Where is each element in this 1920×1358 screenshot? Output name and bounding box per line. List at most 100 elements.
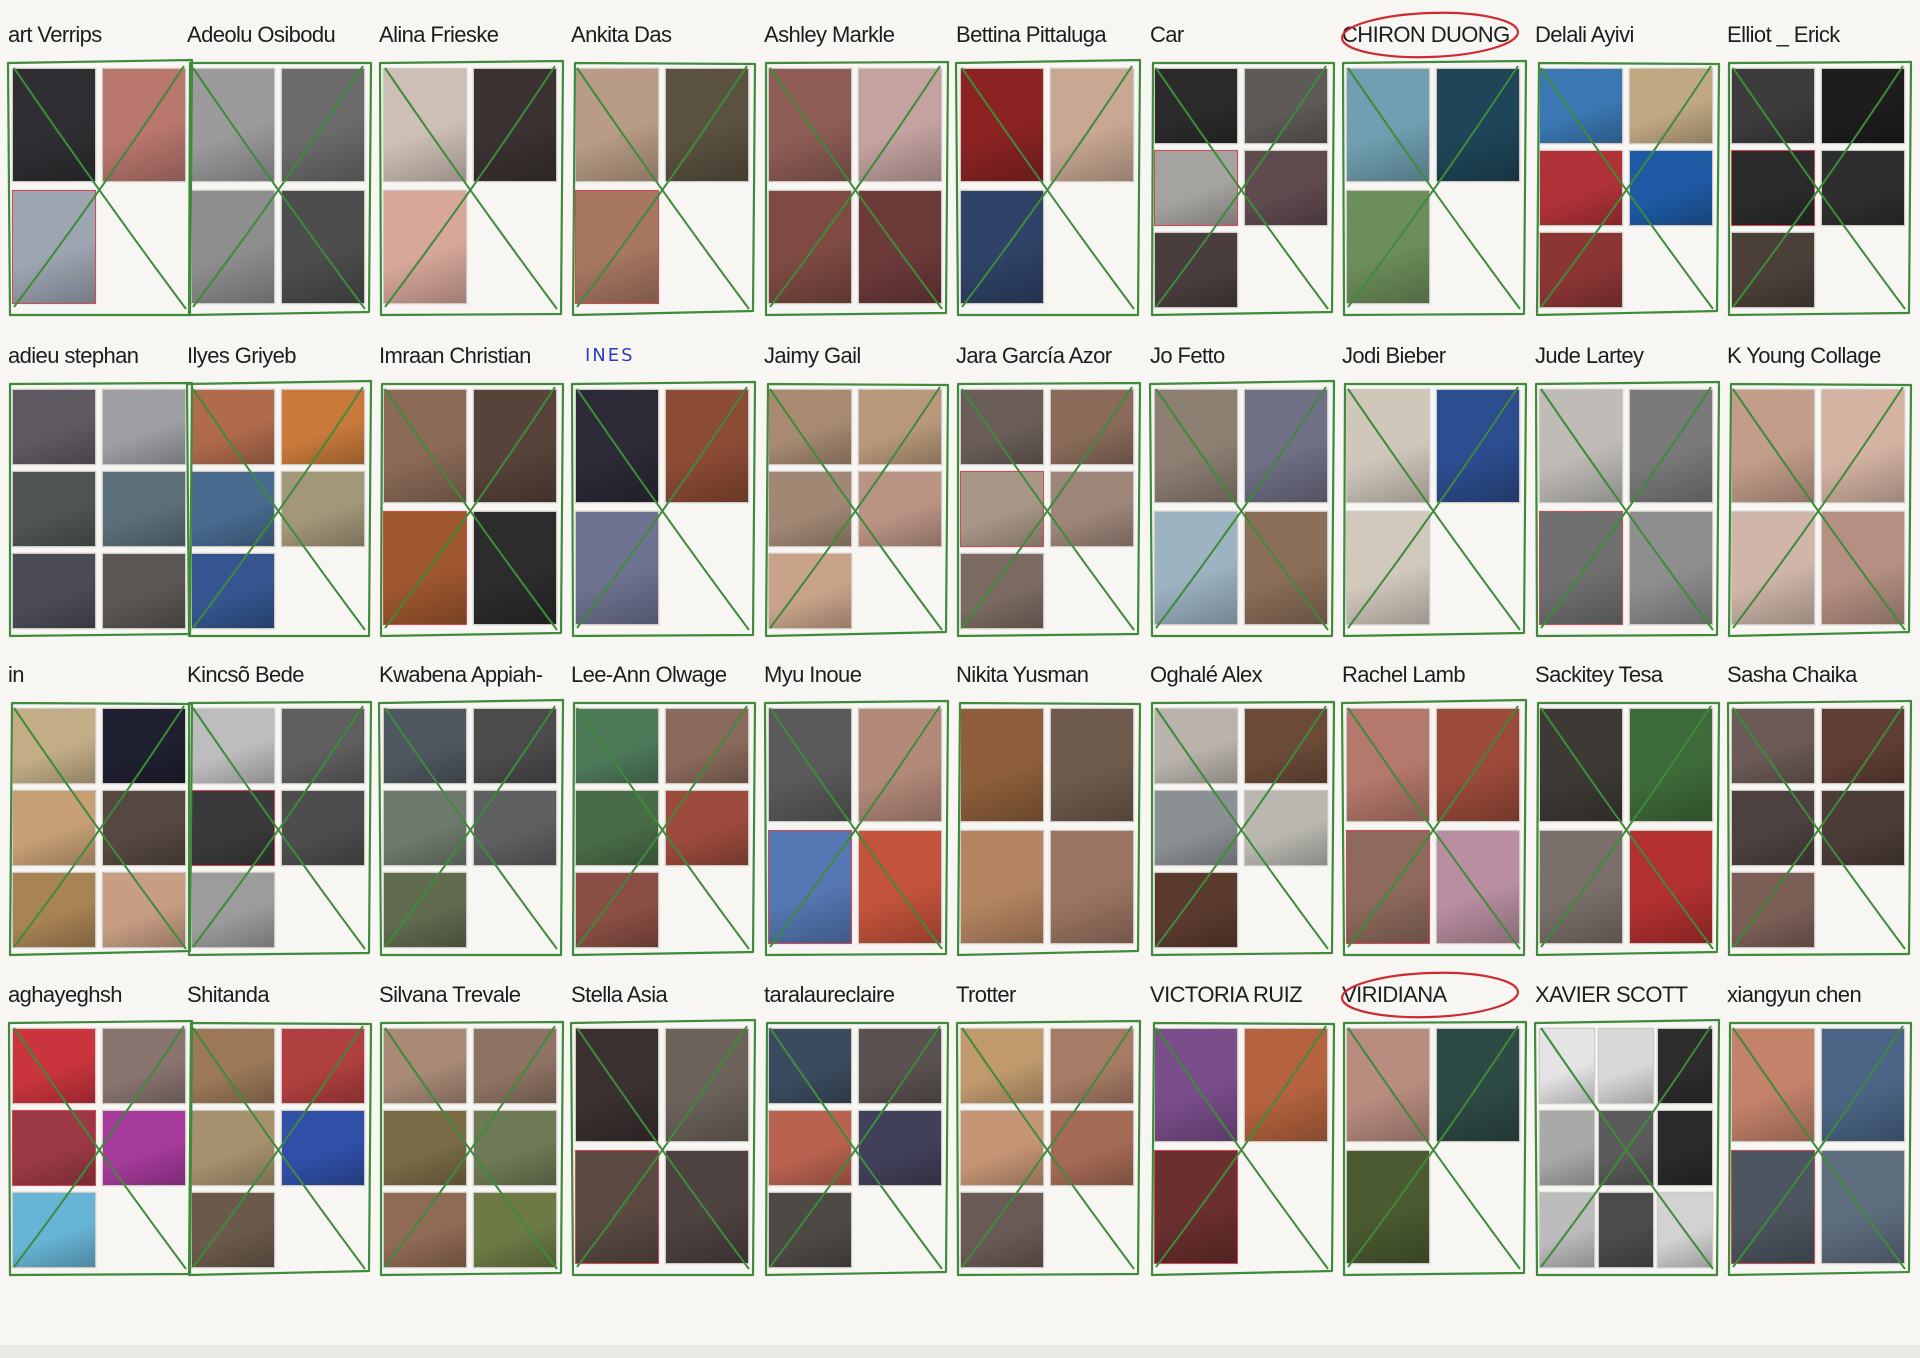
artist-cell: XAVIER SCOTT — [1531, 970, 1722, 1290]
photo-thumbnail — [1436, 68, 1520, 182]
photo-thumbnail — [1731, 708, 1815, 784]
photo-thumbnail — [1346, 1150, 1430, 1264]
photo-thumbnail — [383, 790, 467, 866]
photo-thumbnail — [1154, 708, 1238, 784]
photo-thumbnail — [960, 553, 1044, 629]
artist-name: Imraan Christian — [379, 343, 531, 368]
photo-thumbnail — [575, 68, 659, 182]
artist-cell: Myu Inoue — [760, 650, 951, 970]
photo-thumbnail — [1731, 389, 1815, 503]
photo-thumbnail — [1539, 830, 1623, 944]
photo-thumbnail — [12, 1110, 96, 1186]
photo-thumbnail — [102, 1110, 186, 1186]
artist-name: Rachel Lamb — [1342, 662, 1466, 687]
photo-thumbnail — [1731, 872, 1815, 948]
photo-thumbnail — [1731, 790, 1815, 866]
photo-thumbnail — [1154, 150, 1238, 226]
artist-cell: VIRIDIANA — [1338, 970, 1529, 1290]
photo-thumbnail — [191, 1192, 275, 1268]
thumbnail-grid — [1731, 389, 1906, 629]
thumbnail-grid — [383, 389, 558, 629]
artist-cell: Sackitey Tesa — [1531, 650, 1722, 970]
artist-cell: Sasha Chaika — [1723, 650, 1914, 970]
photo-thumbnail — [473, 790, 557, 866]
artist-name: Sasha Chaika — [1727, 662, 1857, 687]
artist-cell: Kincsõ Bede — [183, 650, 374, 970]
photo-thumbnail — [102, 790, 186, 866]
photo-thumbnail — [960, 708, 1044, 822]
photo-thumbnail — [575, 389, 659, 503]
photo-thumbnail — [281, 1028, 365, 1104]
photo-thumbnail — [1821, 150, 1905, 226]
photo-thumbnail — [473, 708, 557, 784]
artist-name: Car — [1150, 22, 1184, 47]
photo-thumbnail — [665, 68, 749, 182]
photo-thumbnail — [1731, 511, 1815, 625]
artist-name: Myu Inoue — [764, 662, 862, 687]
photo-thumbnail — [1539, 68, 1623, 144]
photo-thumbnail — [191, 190, 275, 304]
artist-cell: Jara García Azor — [952, 331, 1143, 651]
thumbnail-grid — [1346, 708, 1521, 948]
photo-thumbnail — [1539, 1028, 1595, 1104]
photo-thumbnail — [1244, 150, 1328, 226]
thumbnail-grid — [1731, 68, 1906, 308]
contact-sheet: art Verrips Adeolu Osibodu Alina Frieske An… — [0, 0, 1920, 1358]
photo-thumbnail — [1154, 232, 1238, 308]
artist-cell: Kwabena Appiah- — [375, 650, 566, 970]
photo-thumbnail — [281, 471, 365, 547]
photo-thumbnail — [12, 68, 96, 182]
photo-thumbnail — [1154, 68, 1238, 144]
photo-thumbnail — [575, 1028, 659, 1142]
artist-name: Kwabena Appiah- — [379, 662, 543, 687]
photo-thumbnail — [12, 790, 96, 866]
thumbnail-grid — [12, 68, 187, 308]
photo-thumbnail — [1346, 511, 1430, 625]
artist-name: Ankita Das — [571, 22, 672, 47]
artist-cell: Shitanda — [183, 970, 374, 1290]
photo-thumbnail — [1244, 68, 1328, 144]
photo-thumbnail — [473, 1028, 557, 1104]
artist-name: Jodi Bieber — [1342, 343, 1446, 368]
artist-name: Lee-Ann Olwage — [571, 662, 727, 687]
photo-thumbnail — [1731, 68, 1815, 144]
photo-thumbnail — [383, 1028, 467, 1104]
photo-thumbnail — [1821, 1028, 1905, 1142]
photo-thumbnail — [1657, 1110, 1713, 1186]
photo-thumbnail — [1821, 511, 1905, 625]
artist-name: Adeolu Osibodu — [187, 22, 336, 47]
photo-thumbnail — [1154, 790, 1238, 866]
photo-thumbnail — [768, 471, 852, 547]
photo-thumbnail — [665, 389, 749, 503]
photo-thumbnail — [1598, 1192, 1654, 1268]
thumbnail-grid — [1346, 389, 1521, 629]
thumbnail-grid — [768, 389, 943, 629]
photo-thumbnail — [1436, 708, 1520, 822]
artist-name: Jude Lartey — [1535, 343, 1644, 368]
photo-thumbnail — [191, 1028, 275, 1104]
photo-thumbnail — [191, 68, 275, 182]
artist-cell: CHIRON DUONG — [1338, 10, 1529, 330]
artist-name: K Young Collage — [1727, 343, 1881, 368]
artist-name: VIRIDIANA — [1342, 982, 1447, 1007]
photo-thumbnail — [665, 1150, 749, 1264]
photo-thumbnail — [383, 1110, 467, 1186]
photo-thumbnail — [1629, 830, 1713, 944]
photo-thumbnail — [1657, 1028, 1713, 1104]
thumbnail-grid — [1539, 389, 1714, 629]
photo-thumbnail — [1731, 232, 1815, 308]
photo-thumbnail — [960, 68, 1044, 182]
photo-thumbnail — [281, 190, 365, 304]
photo-thumbnail — [1539, 150, 1623, 226]
photo-thumbnail — [191, 790, 275, 866]
photo-thumbnail — [575, 872, 659, 948]
photo-thumbnail — [1244, 1028, 1328, 1142]
thumbnail-grid — [960, 68, 1135, 308]
photo-thumbnail — [281, 790, 365, 866]
artist-name: Alina Frieske — [379, 22, 499, 47]
photo-thumbnail — [383, 68, 467, 182]
thumbnail-grid — [575, 389, 750, 629]
artist-name: Nikita Yusman — [956, 662, 1089, 687]
artist-cell: Nikita Yusman — [952, 650, 1143, 970]
photo-thumbnail — [665, 1028, 749, 1142]
